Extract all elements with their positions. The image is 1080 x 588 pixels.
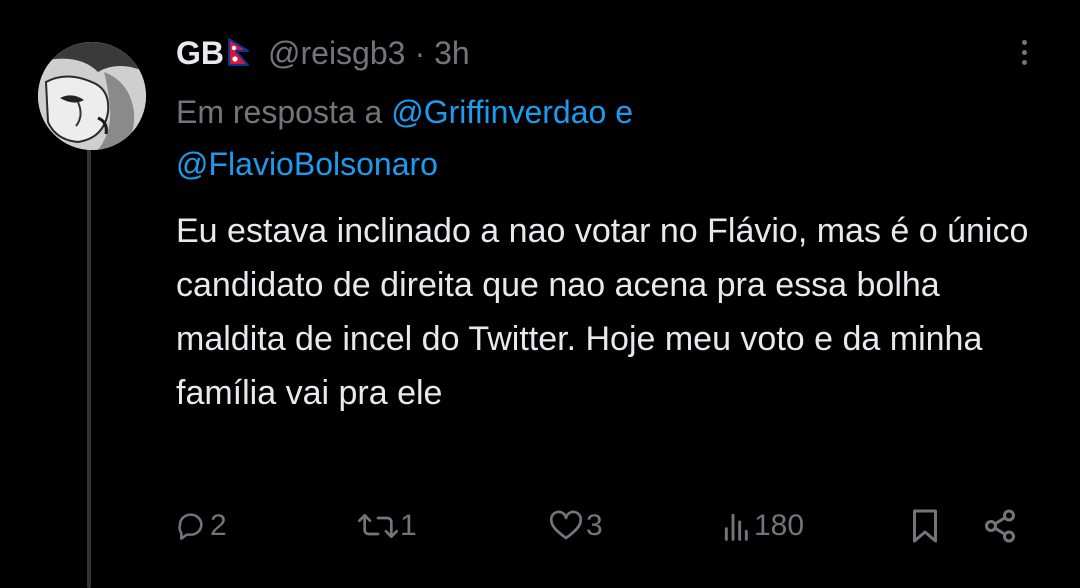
mention-flaviobolsonaro[interactable]: @FlavioBolsonaro xyxy=(176,146,438,182)
bookmark-icon xyxy=(913,509,937,543)
tweet-text: Eu estava inclinado a nao votar no Flávi… xyxy=(176,212,1029,412)
separator-dot: · xyxy=(414,35,426,71)
reply-count: 2 xyxy=(210,509,227,542)
mention-conjunction: e xyxy=(615,94,633,130)
thread-line xyxy=(87,148,91,588)
avatar[interactable] xyxy=(38,42,146,150)
share-icon xyxy=(985,509,1015,543)
display-name[interactable]: GB xyxy=(176,28,224,78)
views-button[interactable]: 180 xyxy=(722,504,804,548)
views-count: 180 xyxy=(754,509,805,542)
retweet-button[interactable]: 1 xyxy=(358,504,417,548)
retweet-icon xyxy=(358,514,398,538)
bookmark-button[interactable] xyxy=(910,504,940,548)
more-options-icon[interactable] xyxy=(1008,34,1040,70)
like-icon xyxy=(549,510,583,540)
reply-prefix: Em resposta a xyxy=(176,94,383,130)
like-count: 3 xyxy=(586,509,603,542)
retweet-count: 1 xyxy=(400,509,417,542)
mention-griffinverdao[interactable]: @Griffinverdao xyxy=(391,94,606,130)
views-icon xyxy=(724,513,748,541)
avatar-image xyxy=(38,42,146,150)
reply-icon xyxy=(178,513,203,540)
flag-nepal-icon xyxy=(228,30,250,80)
action-bar: 2 1 3 180 xyxy=(176,504,1036,548)
share-button[interactable] xyxy=(982,504,1018,548)
reply-context: Em resposta a @Griffinverdao e @FlavioBo… xyxy=(176,86,896,190)
user-handle[interactable]: @reisgb3 xyxy=(268,28,405,78)
tweet-header: GB @reisgb3 · 3h xyxy=(176,28,470,78)
like-button[interactable]: 3 xyxy=(548,504,603,548)
timestamp[interactable]: 3h xyxy=(434,28,470,78)
reply-button[interactable]: 2 xyxy=(176,504,227,548)
